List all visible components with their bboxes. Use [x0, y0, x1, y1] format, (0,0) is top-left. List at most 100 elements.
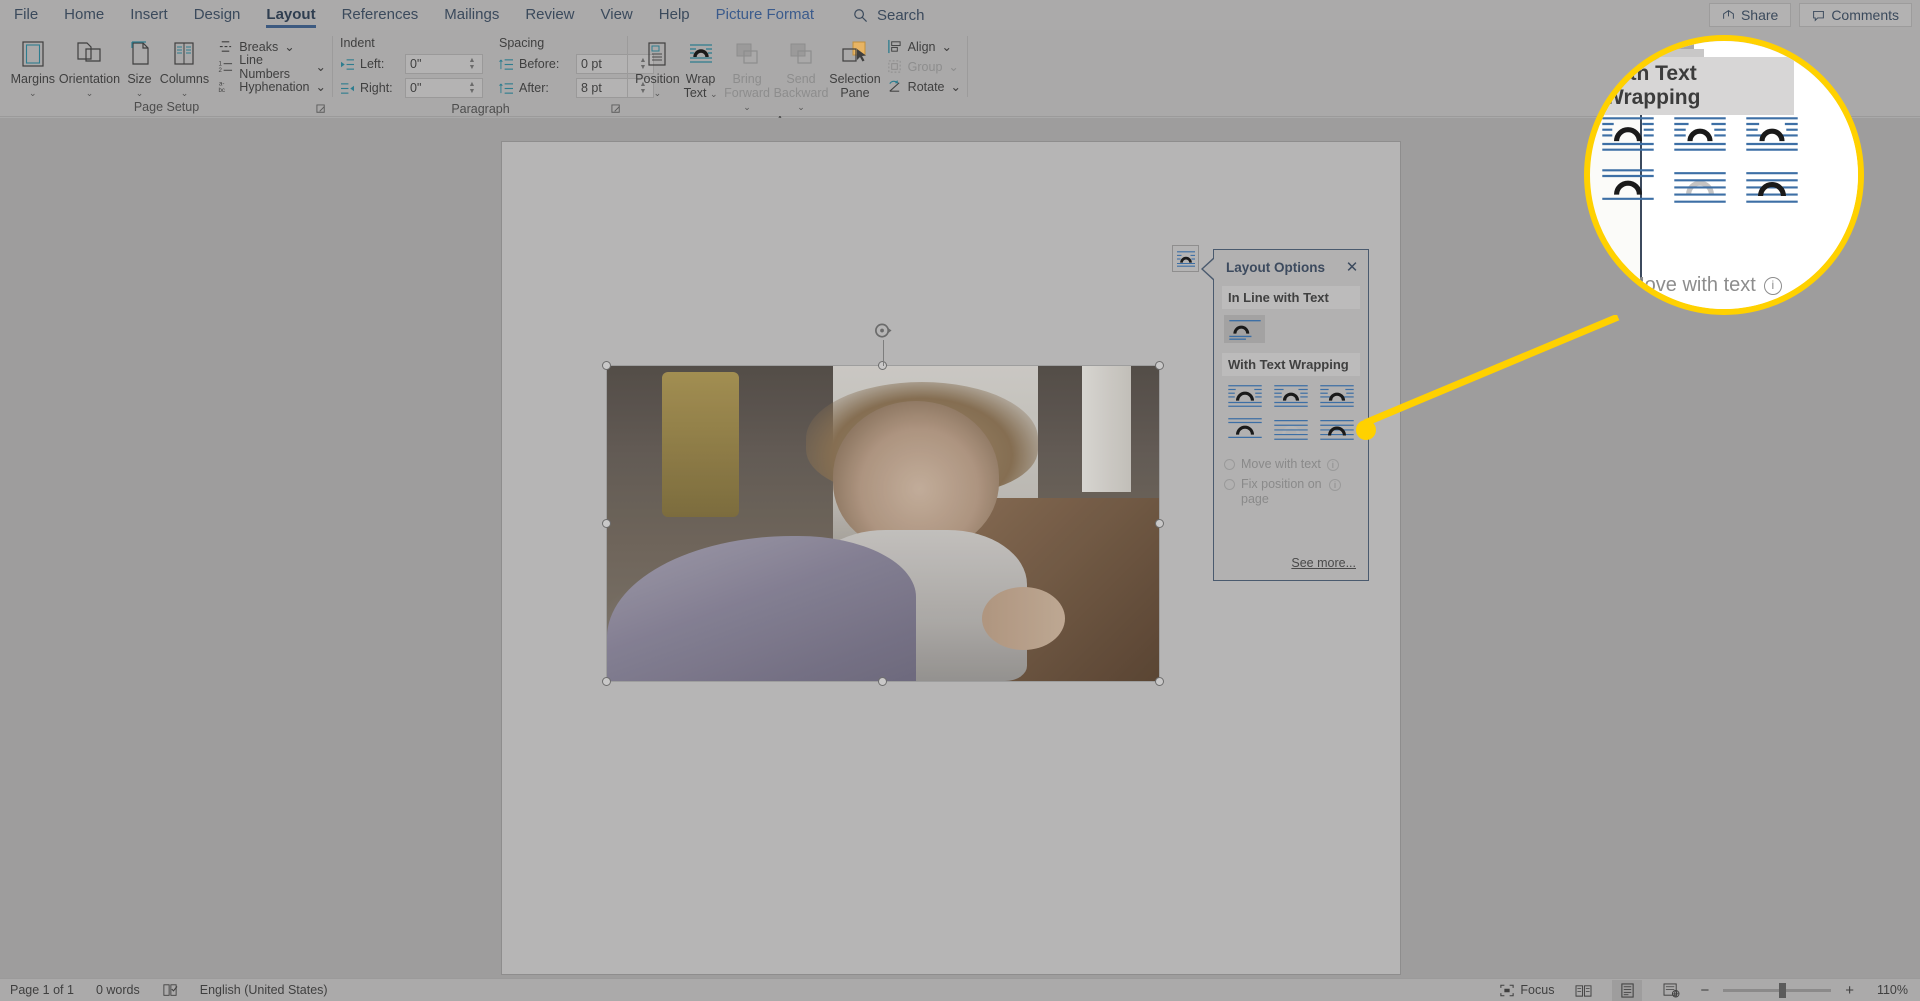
resize-handle-w[interactable] [602, 518, 611, 528]
tab-layout[interactable]: Layout [253, 0, 328, 30]
view-print-layout[interactable] [1612, 979, 1643, 1001]
panel-pointer [1203, 259, 1214, 279]
chevron-down-icon: ⌄ [653, 88, 662, 98]
wrap-option-behind-text[interactable] [1270, 415, 1311, 443]
stepper-arrows-icon[interactable]: ▲ ▼ [464, 57, 480, 71]
send-backward-label-2: Backward [773, 86, 829, 100]
selected-picture[interactable] [602, 323, 1164, 686]
page-indicator[interactable]: Page 1 of 1 [10, 983, 74, 997]
tab-home[interactable]: Home [51, 0, 117, 30]
tab-review[interactable]: Review [512, 0, 587, 30]
tab-design[interactable]: Design [181, 0, 254, 30]
language-indicator[interactable]: English (United States) [200, 983, 328, 997]
selection-pane-icon [840, 36, 870, 72]
spacing-after-icon [499, 82, 514, 95]
layout-options-panel[interactable]: Layout Options ✕ In Line with Text With … [1201, 249, 1369, 581]
chevron-down-icon: ⌄ [710, 89, 718, 99]
orientation-button[interactable]: Orientation ⌄ [59, 34, 121, 100]
send-backward-button: Send Backward ⌄ [773, 34, 829, 114]
zoom-level[interactable]: 110% [1868, 983, 1908, 997]
size-button[interactable]: Size ⌄ [120, 34, 158, 100]
zoom-slider-thumb[interactable] [1779, 982, 1787, 998]
wrap-option-square[interactable] [1224, 382, 1265, 410]
see-more-link[interactable]: See more... [1291, 556, 1356, 570]
wrap-option-in-front-of-text[interactable] [1316, 415, 1357, 443]
margins-button[interactable]: Margins ⌄ [7, 34, 59, 100]
tab-view[interactable]: View [588, 0, 646, 30]
layout-options-title: Layout Options [1226, 259, 1325, 275]
line-numbers-button[interactable]: 12 Line Numbers ⌄ [218, 53, 326, 81]
paragraph-dialog-launcher[interactable] [611, 104, 623, 116]
search-box[interactable]: Search [853, 7, 925, 24]
resize-handle-sw[interactable] [602, 677, 611, 686]
chevron-down-icon: ⌄ [797, 102, 805, 112]
callout-anchor-dot [1356, 420, 1376, 440]
wrap-option-top-and-bottom[interactable] [1224, 415, 1265, 443]
selection-pane-label-2: Pane [840, 86, 870, 100]
chevron-down-icon: ⌄ [135, 88, 144, 98]
comments-button[interactable]: Comments [1799, 3, 1912, 27]
resize-handle-s[interactable] [878, 677, 887, 686]
indent-left-stepper[interactable]: ▲▼ [405, 54, 483, 74]
selection-pane-label-1: Selection [829, 72, 881, 86]
wrap-option-tight[interactable] [1270, 382, 1311, 410]
tab-insert-label: Insert [130, 6, 168, 23]
tab-help[interactable]: Help [646, 0, 703, 30]
chevron-down-icon: ⌄ [315, 80, 326, 94]
tab-insert[interactable]: Insert [117, 0, 181, 30]
indent-right-input[interactable] [406, 79, 464, 97]
position-button[interactable]: Position ⌄ [635, 34, 680, 100]
share-button[interactable]: Share [1708, 3, 1792, 27]
wrap-option-through[interactable] [1316, 382, 1357, 410]
hyphenation-label: Hyphenation [239, 79, 310, 94]
layout-options-button[interactable] [1172, 245, 1199, 272]
word-count[interactable]: 0 words [96, 983, 140, 997]
indent-right-stepper[interactable]: ▲▼ [405, 78, 483, 98]
align-button[interactable]: Align ⌄ [887, 37, 961, 56]
view-web-layout[interactable] [1656, 980, 1686, 1001]
resize-handle-se[interactable] [1155, 677, 1164, 686]
chevron-down-icon: ⌄ [950, 80, 961, 94]
tab-picture-format[interactable]: Picture Format [703, 0, 827, 30]
rotate-handle-icon[interactable] [874, 322, 893, 341]
tab-layout-label: Layout [266, 6, 316, 23]
stepper-arrows-icon[interactable]: ▲ ▼ [464, 81, 480, 95]
view-read-mode[interactable] [1568, 980, 1598, 1001]
wrap-option-in-line-with-text[interactable] [1224, 315, 1265, 343]
chevron-down-icon: ⌄ [29, 88, 37, 98]
resize-handle-nw[interactable] [602, 361, 611, 370]
search-label: Search [876, 6, 925, 24]
page-setup-dialog-launcher[interactable] [316, 104, 328, 116]
focus-button[interactable]: Focus [1500, 983, 1554, 997]
in-line-with-text-section-label: In Line with Text [1222, 286, 1360, 309]
hyphenation-button[interactable]: a-bc Hyphenation ⌄ [218, 77, 326, 96]
orientation-label: Orientation [58, 72, 121, 86]
indent-left-input[interactable] [406, 55, 464, 73]
wrap-text-button[interactable]: Wrap Text ⌄ [680, 34, 722, 101]
columns-button[interactable]: Columns ⌄ [159, 34, 211, 100]
rotate-handle-stem [883, 340, 884, 366]
resize-handle-ne[interactable] [1155, 361, 1164, 370]
proofing-icon[interactable] [162, 983, 178, 997]
resize-handle-e[interactable] [1155, 518, 1164, 528]
tab-file[interactable]: File [0, 0, 51, 30]
columns-label: Columns [159, 72, 210, 86]
magnifier-wrap-option-top-and-bottom [1598, 165, 1658, 207]
tabbar-right-actions: Share Comments [1708, 3, 1912, 27]
in-line-options-grid [1224, 315, 1360, 343]
comments-label: Comments [1831, 7, 1899, 23]
group-button: Group ⌄ [887, 57, 961, 76]
selection-pane-button[interactable]: Selection Pane [829, 34, 881, 100]
zoom-slider[interactable] [1723, 982, 1832, 998]
align-label: Align [907, 39, 936, 54]
tab-help-label: Help [658, 6, 690, 23]
magnifier-wrap-option-through [1742, 113, 1802, 155]
group-label: Group [907, 59, 943, 74]
close-icon[interactable]: ✕ [1344, 258, 1360, 276]
rotate-button[interactable]: Rotate ⌄ [887, 77, 961, 96]
zoom-in-button[interactable]: + [1845, 982, 1854, 999]
magnifier-wrap-option-square [1598, 113, 1658, 155]
tab-references[interactable]: References [329, 0, 432, 30]
zoom-out-button[interactable]: − [1700, 982, 1709, 999]
tab-mailings[interactable]: Mailings [431, 0, 512, 30]
